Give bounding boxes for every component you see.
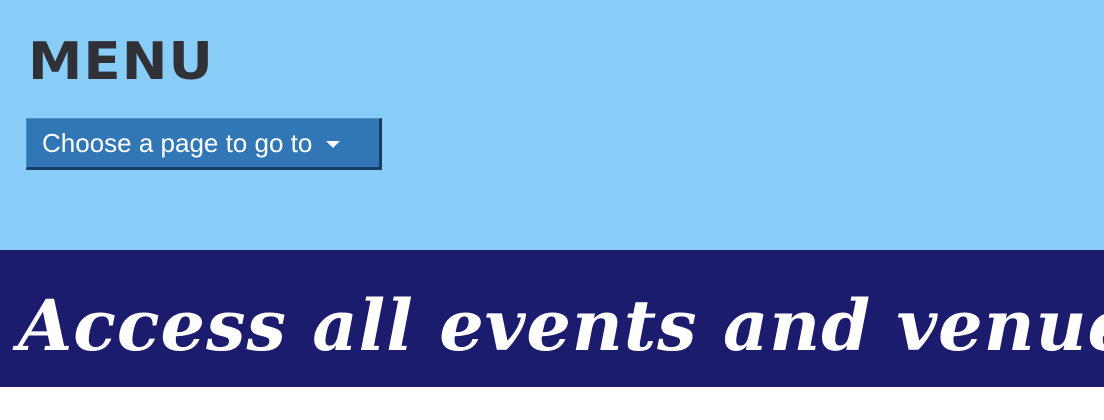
page-select-dropdown[interactable]: Choose a page to go to [26,118,382,170]
banner-heading: Access all events and venues from [18,284,1104,367]
menu-title: MENU [28,32,214,92]
chevron-down-icon [326,141,341,148]
dropdown-label: Choose a page to go to [42,127,313,158]
menu-section: MENU Choose a page to go to [0,0,1104,250]
page: MENU Choose a page to go to Access all e… [0,0,1104,420]
hero-banner: Access all events and venues from [0,250,1104,387]
